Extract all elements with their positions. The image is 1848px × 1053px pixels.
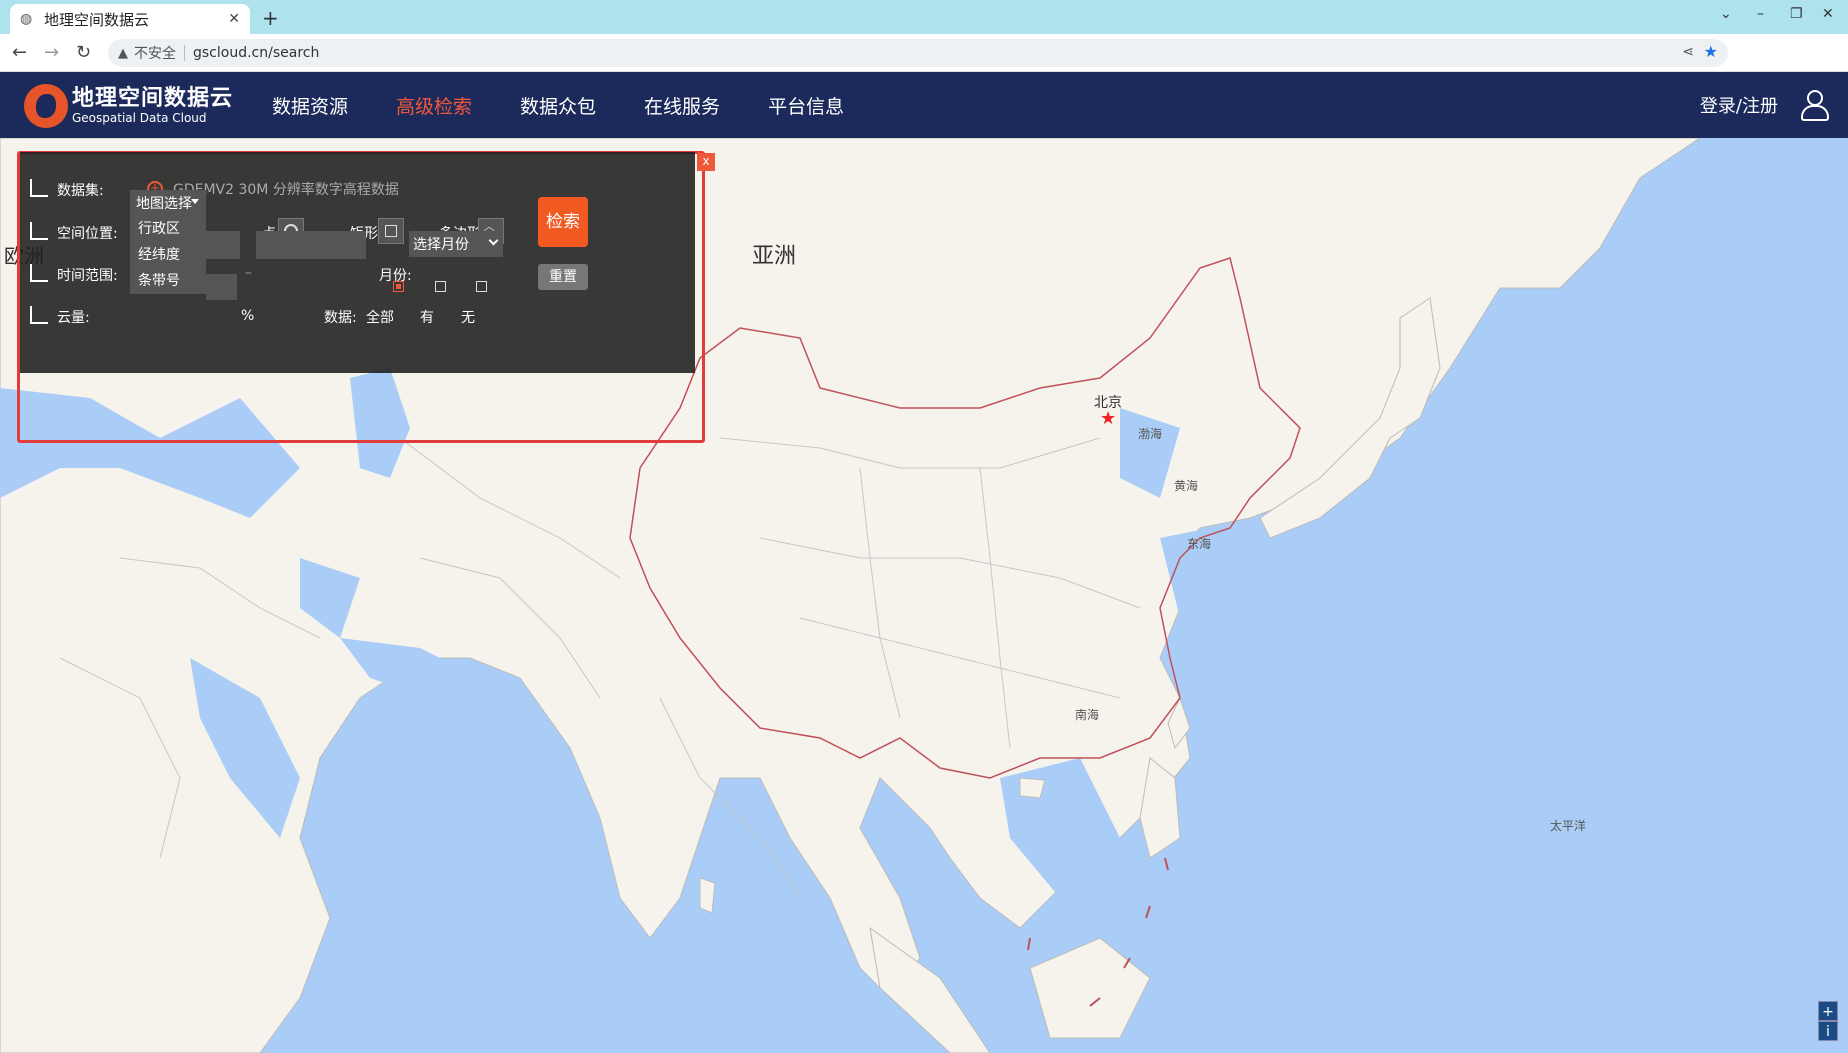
location-dropdown: 行政区 经纬度 条带号 <box>130 216 206 294</box>
option-admin-region[interactable]: 行政区 <box>130 216 206 242</box>
nav-platform-info[interactable]: 平台信息 <box>768 92 844 119</box>
data-label: 数据: <box>324 310 357 326</box>
data-all-checkbox[interactable] <box>393 281 404 292</box>
search-button[interactable]: 检索 <box>538 197 588 247</box>
dataset-value[interactable]: GDEMV2 30M 分辨率数字高程数据 <box>173 179 399 199</box>
back-icon[interactable]: ← <box>12 42 27 63</box>
option-lat-lon[interactable]: 经纬度 <box>130 242 206 268</box>
reset-button[interactable]: 重置 <box>538 264 588 290</box>
caret-down-icon <box>191 199 199 204</box>
tab-close-icon[interactable]: ✕ <box>228 11 240 27</box>
month-select-value[interactable]: 选择月份 <box>413 237 469 253</box>
map-label-pacific: 太平洋 <box>1550 819 1587 833</box>
cloud-label: 云量: <box>57 310 90 326</box>
url-text[interactable]: gscloud.cn/search <box>193 45 319 61</box>
advanced-search-panel: 数据集: + GDEMV2 30M 分辨率数字高程数据 空间位置: 地图选择 行… <box>20 152 695 373</box>
map-info-button[interactable]: i <box>1818 1021 1838 1041</box>
map-controls: + i <box>1818 1001 1838 1041</box>
nav-online-services[interactable]: 在线服务 <box>644 92 720 119</box>
map-label-east-sea: 东海 <box>1187 537 1212 551</box>
end-date-input[interactable] <box>256 231 366 259</box>
window-close-icon[interactable]: ✕ <box>1822 6 1834 22</box>
data-yes-label: 有 <box>420 310 434 326</box>
forward-icon[interactable]: → <box>44 42 59 63</box>
site-logo[interactable]: 地理空间数据云 Geospatial Data Cloud <box>24 84 233 128</box>
month-select[interactable]: 选择月份 <box>409 231 503 257</box>
data-all-label: 全部 <box>366 310 394 326</box>
browser-tab-strip: ◍ 地理空间数据云 ✕ + ⌄ – ❐ ✕ <box>0 0 1848 34</box>
map-label-south-sea: 南海 <box>1075 708 1100 722</box>
nav-data-resources[interactable]: 数据资源 <box>272 92 348 119</box>
rectangle-icon <box>385 225 397 237</box>
panel-close-button[interactable]: x <box>697 153 715 171</box>
time-icon <box>30 264 48 282</box>
security-label[interactable]: 不安全 <box>134 43 176 63</box>
location-select-value[interactable]: 地图选择 <box>136 196 192 212</box>
data-yes-checkbox[interactable] <box>435 281 446 292</box>
site-header: 地理空间数据云 Geospatial Data Cloud 数据资源 高级检索 … <box>0 72 1848 138</box>
capital-star-icon: ★ <box>1100 408 1117 429</box>
dataset-icon <box>30 179 48 197</box>
dataset-label: 数据集: <box>57 183 104 199</box>
bookmark-star-icon[interactable]: ★ <box>1704 42 1718 61</box>
cloud-input[interactable] <box>206 274 237 300</box>
rect-tool-button[interactable] <box>378 218 404 244</box>
reload-icon[interactable]: ↻ <box>76 42 91 63</box>
map-label-yellow-sea: 黄海 <box>1174 479 1199 493</box>
new-tab-button[interactable]: + <box>262 6 279 30</box>
start-date-input[interactable] <box>206 231 240 259</box>
user-icon[interactable] <box>1800 90 1829 121</box>
data-no-label: 无 <box>461 310 475 326</box>
logo-subtitle: Geospatial Data Cloud <box>72 111 207 125</box>
tab-list-icon[interactable]: ⌄ <box>1720 6 1732 22</box>
location-icon <box>30 222 48 240</box>
share-icon[interactable]: ⋖ <box>1682 44 1694 60</box>
restore-icon[interactable]: ❐ <box>1790 6 1803 22</box>
address-bar-row: ← → ↻ ▲ 不安全 gscloud.cn/search ⋖ ★ S ⋮ <box>0 34 1848 97</box>
main-nav: 数据资源 高级检索 数据众包 在线服务 平台信息 <box>272 72 892 138</box>
nav-crowdsourcing[interactable]: 数据众包 <box>520 92 596 119</box>
data-no-checkbox[interactable] <box>476 281 487 292</box>
percent-sign: % <box>241 308 255 324</box>
location-label: 空间位置: <box>57 226 118 242</box>
cloud-icon <box>30 306 48 324</box>
logo-title: 地理空间数据云 <box>72 86 234 111</box>
zoom-in-button[interactable]: + <box>1818 1001 1838 1021</box>
location-select[interactable]: 地图选择 <box>130 190 206 216</box>
range-separator: – <box>245 265 252 281</box>
omnibox[interactable]: ▲ 不安全 gscloud.cn/search ⋖ ★ <box>108 39 1728 67</box>
time-label: 时间范围: <box>57 268 118 284</box>
nav-advanced-search[interactable]: 高级检索 <box>396 92 472 119</box>
chevron-down-icon <box>488 235 499 246</box>
globe-icon: ◍ <box>20 11 33 27</box>
minimize-icon[interactable]: – <box>1757 6 1764 22</box>
warning-icon[interactable]: ▲ <box>118 46 128 61</box>
login-register-link[interactable]: 登录/注册 <box>1700 92 1778 118</box>
option-path-row[interactable]: 条带号 <box>130 268 206 294</box>
map-label-asia: 亚洲 <box>752 244 797 269</box>
browser-tab[interactable]: ◍ 地理空间数据云 ✕ <box>10 4 250 34</box>
map-label-bohai: 渤海 <box>1138 427 1163 441</box>
tab-title: 地理空间数据云 <box>44 10 150 29</box>
divider <box>184 45 185 61</box>
logo-globe-icon <box>24 84 68 128</box>
